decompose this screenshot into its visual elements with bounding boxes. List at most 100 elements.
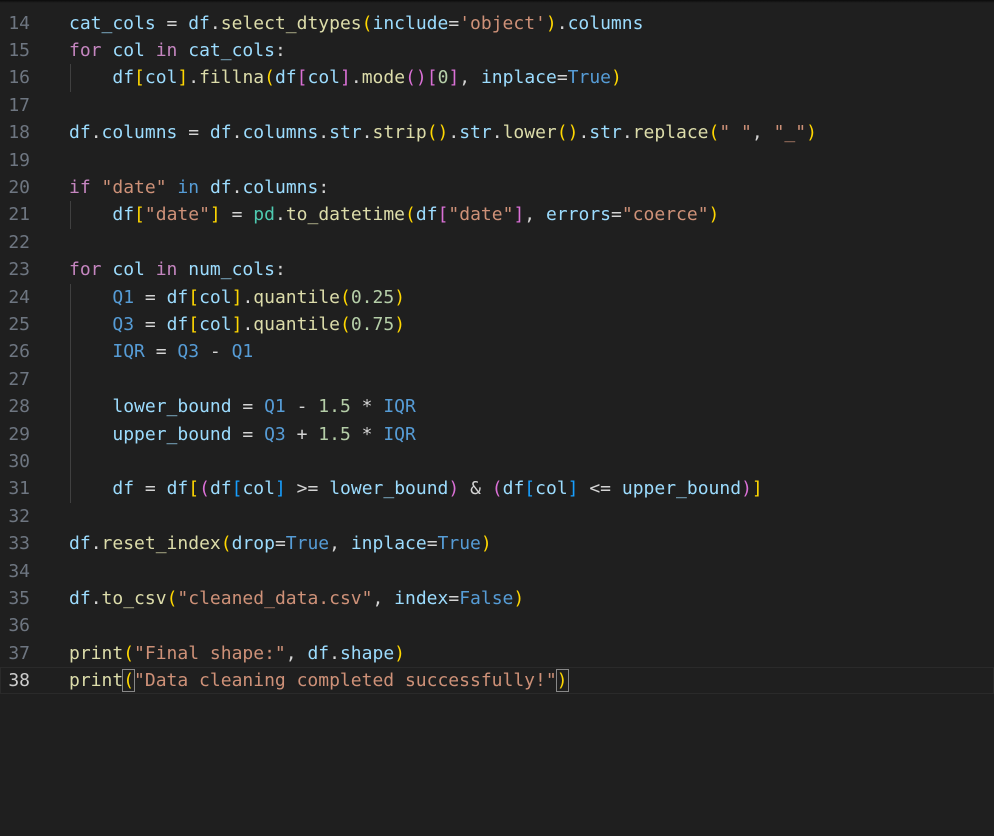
code-token: col bbox=[112, 39, 145, 61]
code-line[interactable]: 28 lower_bound = Q1 - 1.5 * IQR bbox=[0, 393, 994, 420]
code-token: Q1 bbox=[231, 341, 254, 363]
line-code[interactable]: df["date"] = pd.to_datetime(df["date"], … bbox=[69, 201, 719, 228]
code-line[interactable]: 21 df["date"] = pd.to_datetime(df["date"… bbox=[0, 201, 994, 228]
code-line[interactable]: 14 cat_cols = df.select_dtypes(include='o… bbox=[0, 10, 994, 37]
code-token: df bbox=[166, 286, 189, 308]
code-token: * bbox=[350, 396, 384, 418]
code-line[interactable]: 31 df = df[(df[col] >= lower_bound) & (d… bbox=[0, 475, 994, 502]
code-token: ) bbox=[394, 313, 406, 335]
line-code[interactable]: Q3 = df[col].quantile(0.75) bbox=[69, 311, 405, 338]
line-code[interactable]: df.to_csv("cleaned_data.csv", index=Fals… bbox=[69, 585, 524, 612]
code-line[interactable]: 36 bbox=[0, 612, 994, 639]
code-token: fillna bbox=[199, 67, 265, 89]
code-token: . bbox=[556, 12, 568, 34]
code-token: columns bbox=[242, 176, 319, 198]
code-line[interactable]: 17 bbox=[0, 92, 994, 119]
line-number: 20 bbox=[8, 176, 30, 198]
line-code[interactable]: print("Final shape:", df.shape) bbox=[69, 640, 405, 667]
line-number: 35 bbox=[8, 587, 30, 609]
code-token: inplace bbox=[480, 67, 557, 89]
code-line[interactable]: 32 bbox=[0, 503, 994, 530]
line-code[interactable]: for col in cat_cols: bbox=[69, 37, 286, 64]
code-line[interactable]: 16 df[col].fillna(df[col].mode()[0], inp… bbox=[0, 64, 994, 91]
code-token: [ bbox=[296, 67, 308, 89]
code-token: , bbox=[285, 642, 308, 664]
code-line[interactable]: 24 Q1 = df[col].quantile(0.25) bbox=[0, 284, 994, 311]
code-token: upper_bound bbox=[112, 423, 232, 445]
code-token: , bbox=[524, 204, 546, 226]
code-editor[interactable]: 14 cat_cols = df.select_dtypes(include='o… bbox=[0, 0, 994, 836]
code-token: upper_bound bbox=[621, 478, 742, 500]
code-line[interactable]: 38 print("Data cleaning completed success… bbox=[0, 667, 994, 695]
line-number: 32 bbox=[8, 505, 30, 527]
code-token: = bbox=[134, 478, 167, 500]
code-token: , bbox=[751, 122, 774, 144]
code-token: ) bbox=[394, 286, 406, 308]
code-line[interactable]: 30 bbox=[0, 448, 994, 475]
code-token: "coerce" bbox=[621, 204, 709, 226]
code-token: ) bbox=[394, 642, 405, 664]
code-token: df bbox=[502, 478, 525, 500]
line-code[interactable]: Q1 = df[col].quantile(0.25) bbox=[69, 284, 405, 311]
code-token: df bbox=[209, 122, 232, 144]
code-token: col bbox=[144, 67, 178, 89]
line-code[interactable]: upper_bound = Q3 + 1.5 * IQR bbox=[69, 421, 415, 448]
code-line[interactable]: 26 IQR = Q3 - Q1 bbox=[0, 338, 994, 365]
code-token: num_cols bbox=[188, 259, 275, 281]
code-token: >= bbox=[285, 478, 330, 500]
code-token: False bbox=[459, 587, 514, 609]
line-code[interactable]: for col in num_cols: bbox=[69, 256, 286, 283]
code-token: str bbox=[459, 122, 492, 144]
code-line[interactable]: 22 bbox=[0, 229, 994, 256]
code-token: "Final shape:" bbox=[134, 642, 286, 664]
line-code[interactable]: IQR = Q3 - Q1 bbox=[69, 338, 253, 365]
line-code[interactable]: df.columns = df.columns.str.strip().str.… bbox=[69, 119, 817, 146]
code-token: = bbox=[144, 341, 178, 363]
line-code[interactable]: df = df[(df[col] >= lower_bound) & (df[c… bbox=[69, 475, 762, 502]
code-token: " " bbox=[719, 122, 752, 144]
line-code[interactable]: cat_cols = df.select_dtypes(include='obj… bbox=[69, 10, 643, 37]
line-code[interactable]: print("Data cleaning completed successfu… bbox=[69, 667, 569, 694]
code-token: , bbox=[372, 587, 395, 609]
code-token: ( bbox=[123, 642, 135, 664]
code-line[interactable]: 20 if "date" in df.columns: bbox=[0, 174, 994, 201]
code-token: ] bbox=[209, 204, 221, 226]
code-line[interactable]: 19 bbox=[0, 147, 994, 174]
code-token: pd bbox=[253, 204, 275, 226]
line-number: 26 bbox=[8, 341, 30, 363]
line-number: 23 bbox=[8, 259, 30, 281]
code-line[interactable]: 23 for col in num_cols: bbox=[0, 256, 994, 283]
line-number: 21 bbox=[8, 204, 30, 226]
line-code[interactable]: df[col].fillna(df[col].mode()[0], inplac… bbox=[69, 64, 622, 91]
code-token: - bbox=[285, 396, 319, 418]
code-token: = bbox=[448, 587, 460, 609]
line-code[interactable]: if "date" in df.columns: bbox=[69, 174, 329, 201]
code-token: "date" bbox=[144, 204, 210, 226]
code-line[interactable]: 35 df.to_csv("cleaned_data.csv", index=Fa… bbox=[0, 585, 994, 612]
code-token: ) bbox=[545, 12, 557, 34]
code-token: 0.25 bbox=[350, 286, 395, 308]
line-code[interactable]: lower_bound = Q1 - 1.5 * IQR bbox=[69, 393, 415, 420]
code-token: "date" bbox=[101, 176, 167, 198]
code-line[interactable]: 34 bbox=[0, 558, 994, 585]
code-line[interactable]: 18 df.columns = df.columns.str.strip().st… bbox=[0, 119, 994, 146]
code-line[interactable]: 27 bbox=[0, 366, 994, 393]
code-token: ( bbox=[556, 122, 568, 144]
code-token: df bbox=[307, 642, 330, 664]
code-token: : bbox=[274, 259, 286, 281]
code-token: df bbox=[209, 176, 232, 198]
code-token: col bbox=[199, 286, 232, 308]
scroll-shadow bbox=[0, 0, 994, 3]
code-token: str bbox=[329, 122, 362, 144]
code-line[interactable]: 33 df.reset_index(drop=True, inplace=True… bbox=[0, 530, 994, 557]
code-line[interactable]: 37 print("Final shape:", df.shape) bbox=[0, 640, 994, 667]
code-line[interactable]: 29 upper_bound = Q3 + 1.5 * IQR bbox=[0, 421, 994, 448]
code-token: ] bbox=[231, 286, 243, 308]
code-token: inplace bbox=[350, 533, 427, 555]
line-code[interactable]: df.reset_index(drop=True, inplace=True) bbox=[69, 530, 492, 557]
code-token: "_" bbox=[773, 122, 807, 144]
code-token: ( bbox=[361, 12, 373, 34]
code-line[interactable]: 15 for col in cat_cols: bbox=[0, 37, 994, 64]
code-line[interactable]: 25 Q3 = df[col].quantile(0.75) bbox=[0, 311, 994, 338]
